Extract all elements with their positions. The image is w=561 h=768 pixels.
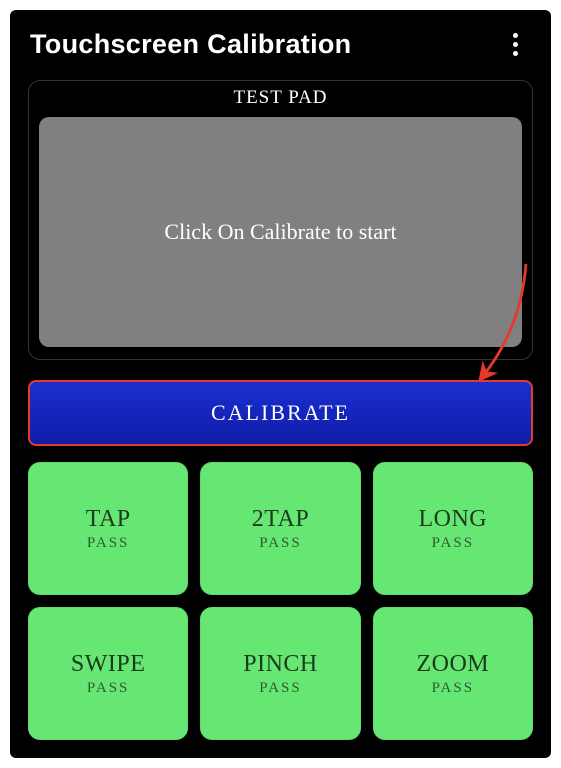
test-tile-label: TAP — [86, 506, 131, 533]
calibrate-button[interactable]: CALIBRATE — [28, 380, 533, 446]
calibrate-button-label: CALIBRATE — [211, 400, 350, 426]
test-tile-pinch[interactable]: PINCH PASS — [200, 607, 360, 740]
app-title: Touchscreen Calibration — [30, 29, 351, 60]
app-screen: Touchscreen Calibration TEST PAD Click O… — [10, 10, 551, 758]
test-tile-label: 2TAP — [252, 506, 309, 533]
test-tile-swipe[interactable]: SWIPE PASS — [28, 607, 188, 740]
test-results-grid: TAP PASS 2TAP PASS LONG PASS SWIPE PASS … — [28, 462, 533, 740]
test-tile-status: PASS — [87, 680, 129, 697]
test-pad-area[interactable]: Click On Calibrate to start — [39, 117, 522, 347]
test-tile-status: PASS — [432, 680, 474, 697]
overflow-menu-icon[interactable] — [503, 26, 527, 62]
test-pad-label: TEST PAD — [233, 81, 327, 117]
test-tile-long[interactable]: LONG PASS — [373, 462, 533, 595]
test-tile-status: PASS — [259, 535, 301, 552]
test-pad-message: Click On Calibrate to start — [164, 219, 396, 245]
test-tile-label: LONG — [418, 506, 487, 533]
test-tile-status: PASS — [432, 535, 474, 552]
test-tile-status: PASS — [87, 535, 129, 552]
test-tile-tap[interactable]: TAP PASS — [28, 462, 188, 595]
app-header: Touchscreen Calibration — [28, 24, 533, 80]
test-tile-label: SWIPE — [71, 651, 146, 678]
test-tile-2tap[interactable]: 2TAP PASS — [200, 462, 360, 595]
test-tile-label: ZOOM — [416, 651, 489, 678]
test-tile-zoom[interactable]: ZOOM PASS — [373, 607, 533, 740]
test-pad-panel: TEST PAD Click On Calibrate to start — [28, 80, 533, 360]
test-tile-label: PINCH — [243, 651, 318, 678]
test-tile-status: PASS — [259, 680, 301, 697]
calibrate-section: CALIBRATE — [28, 380, 533, 446]
screenshot-frame: Touchscreen Calibration TEST PAD Click O… — [0, 0, 561, 768]
